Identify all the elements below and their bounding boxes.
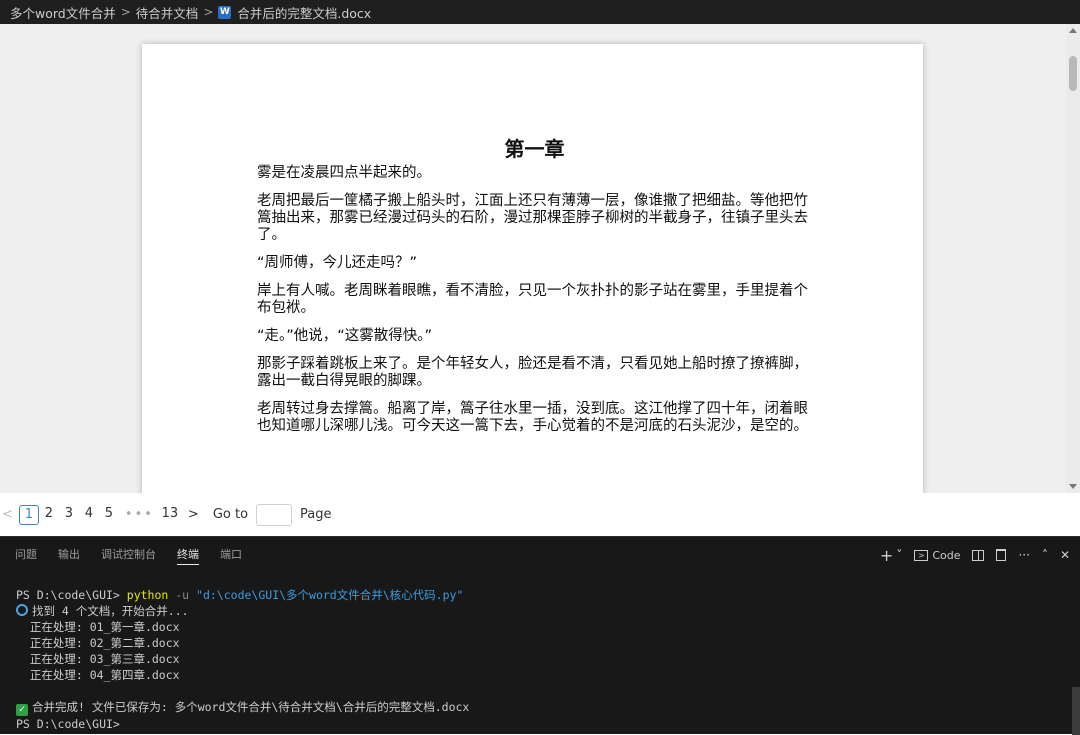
document-paragraph: 老周转过身去撑篙。船离了岸，篙子往水里一插，没到底。这江他撑了四十年，闭着眼也知… bbox=[257, 401, 808, 434]
document-paragraph: “周师傅，今儿还走吗？” bbox=[257, 255, 418, 271]
prev-page-icon[interactable]: < bbox=[2, 507, 13, 522]
terminal-script-path: "d:\code\GUI\多个word文件合并\核心代码.py" bbox=[196, 588, 464, 602]
goto-page-input[interactable] bbox=[256, 503, 293, 526]
page-number-1[interactable]: 1 bbox=[18, 504, 39, 525]
scroll-down-icon[interactable] bbox=[1069, 484, 1077, 489]
more-actions-icon[interactable]: ··· bbox=[1018, 548, 1029, 562]
maximize-panel-icon[interactable]: ˄ bbox=[1042, 548, 1048, 562]
terminal-prompt: PS D:\code\GUI> bbox=[16, 717, 127, 731]
split-terminal-icon[interactable] bbox=[972, 549, 985, 561]
document-paragraph: 那影子踩着跳板上来了。是个年轻女人，脸还是看不清，只看见她上船时撩了撩裤脚，露出… bbox=[257, 356, 808, 389]
breadcrumb-separator: > bbox=[203, 5, 214, 19]
terminal-flag: -u bbox=[168, 588, 197, 602]
terminal-line-processing: 正在处理: 02_第二章.docx bbox=[16, 636, 180, 650]
word-file-icon: W bbox=[218, 5, 232, 19]
breadcrumb-file[interactable]: 合并后的完整文档.docx bbox=[237, 3, 371, 22]
document-paragraph: 雾是在凌晨四点半起来的。 bbox=[257, 165, 431, 181]
tab-terminal[interactable]: 终端 bbox=[177, 546, 199, 565]
tab-problems[interactable]: 问题 bbox=[15, 546, 37, 564]
terminal-line-processing: 正在处理: 03_第三章.docx bbox=[16, 652, 180, 666]
terminal-line-done: 合并完成! 文件已保存为: 多个word文件合并\待合并文档\合并后的完整文档.… bbox=[32, 700, 470, 714]
page-number-last[interactable]: 13 bbox=[160, 505, 180, 525]
tab-output[interactable]: 输出 bbox=[58, 546, 80, 564]
kill-terminal-icon[interactable] bbox=[996, 549, 1007, 561]
check-icon: ✓ bbox=[16, 704, 28, 716]
close-panel-icon[interactable]: ✕ bbox=[1060, 548, 1070, 562]
page-ellipsis[interactable]: ••• bbox=[125, 507, 154, 522]
preview-scrollbar[interactable] bbox=[1066, 24, 1080, 493]
terminal-name: Code bbox=[932, 548, 961, 562]
tab-ports[interactable]: 端口 bbox=[220, 546, 242, 564]
terminal-command: python bbox=[126, 588, 169, 602]
terminal-selector[interactable]: > Code bbox=[914, 549, 960, 562]
document-paragraph: “走。”他说，“这雾散得快。” bbox=[257, 328, 433, 344]
terminal-dropdown-icon[interactable]: ˅ bbox=[896, 548, 902, 562]
terminal-icon: > bbox=[914, 549, 929, 561]
breadcrumb-folder-docs[interactable]: 待合并文档 bbox=[136, 3, 199, 22]
terminal-line-processing: 正在处理: 01_第一章.docx bbox=[16, 620, 180, 634]
goto-label: Go to bbox=[212, 507, 249, 522]
document-content: 第一章 雾是在凌晨四点半起来的。 老周把最后一筐橘子搬上船头时，江面上还只有薄薄… bbox=[257, 136, 812, 446]
scroll-up-icon[interactable] bbox=[1069, 28, 1077, 33]
document-preview[interactable]: 第一章 雾是在凌晨四点半起来的。 老周把最后一筐橘子搬上船头时，江面上还只有薄薄… bbox=[0, 24, 1080, 493]
document-title: 第一章 bbox=[504, 137, 565, 161]
document-paragraph: 老周把最后一筐橘子搬上船头时，江面上还只有薄薄一层，像谁撒了把细盐。等他把竹篙抽… bbox=[257, 193, 808, 243]
breadcrumb-folder-root[interactable]: 多个word文件合并 bbox=[10, 3, 116, 22]
terminal-prompt: PS D:\code\GUI> bbox=[16, 588, 127, 602]
page-number-3[interactable]: 3 bbox=[59, 505, 79, 525]
bottom-panel: 问题 输出 调试控制台 终端 端口 + ˅ > Code ··· ˄ ✕ PS … bbox=[0, 536, 1080, 735]
magnifier-icon bbox=[16, 604, 28, 616]
breadcrumb-separator: > bbox=[120, 5, 131, 19]
terminal-output[interactable]: PS D:\code\GUI> python -u "d:\code\GUI\多… bbox=[16, 587, 469, 732]
next-page-icon[interactable]: > bbox=[188, 507, 199, 522]
new-terminal-icon[interactable]: + bbox=[880, 546, 893, 565]
document-paragraph: 岸上有人喊。老周眯着眼瞧，看不清脸，只见一个灰扑扑的影子站在雾里，手里提着个布包… bbox=[257, 283, 808, 316]
scrollbar-thumb[interactable] bbox=[1069, 56, 1077, 91]
document-page: 第一章 雾是在凌晨四点半起来的。 老周把最后一筐橘子搬上船头时，江面上还只有薄薄… bbox=[142, 44, 923, 493]
page-number-5[interactable]: 5 bbox=[99, 505, 119, 525]
tab-debug-console[interactable]: 调试控制台 bbox=[101, 546, 156, 564]
terminal-scrollbar[interactable] bbox=[1072, 687, 1080, 735]
breadcrumb: 多个word文件合并 > 待合并文档 > W 合并后的完整文档.docx bbox=[0, 0, 1080, 24]
pagination: < 1 2 3 4 5 ••• 13 > Go to Page bbox=[0, 493, 1080, 536]
page-number-2[interactable]: 2 bbox=[39, 505, 59, 525]
terminal-line-processing: 正在处理: 04_第四章.docx bbox=[16, 668, 180, 682]
panel-actions: + ˅ > Code ··· ˄ ✕ bbox=[868, 537, 1070, 573]
page-number-4[interactable]: 4 bbox=[79, 505, 99, 525]
page-label: Page bbox=[300, 507, 332, 522]
terminal-line-found: 找到 4 个文档，开始合并... bbox=[32, 604, 189, 618]
